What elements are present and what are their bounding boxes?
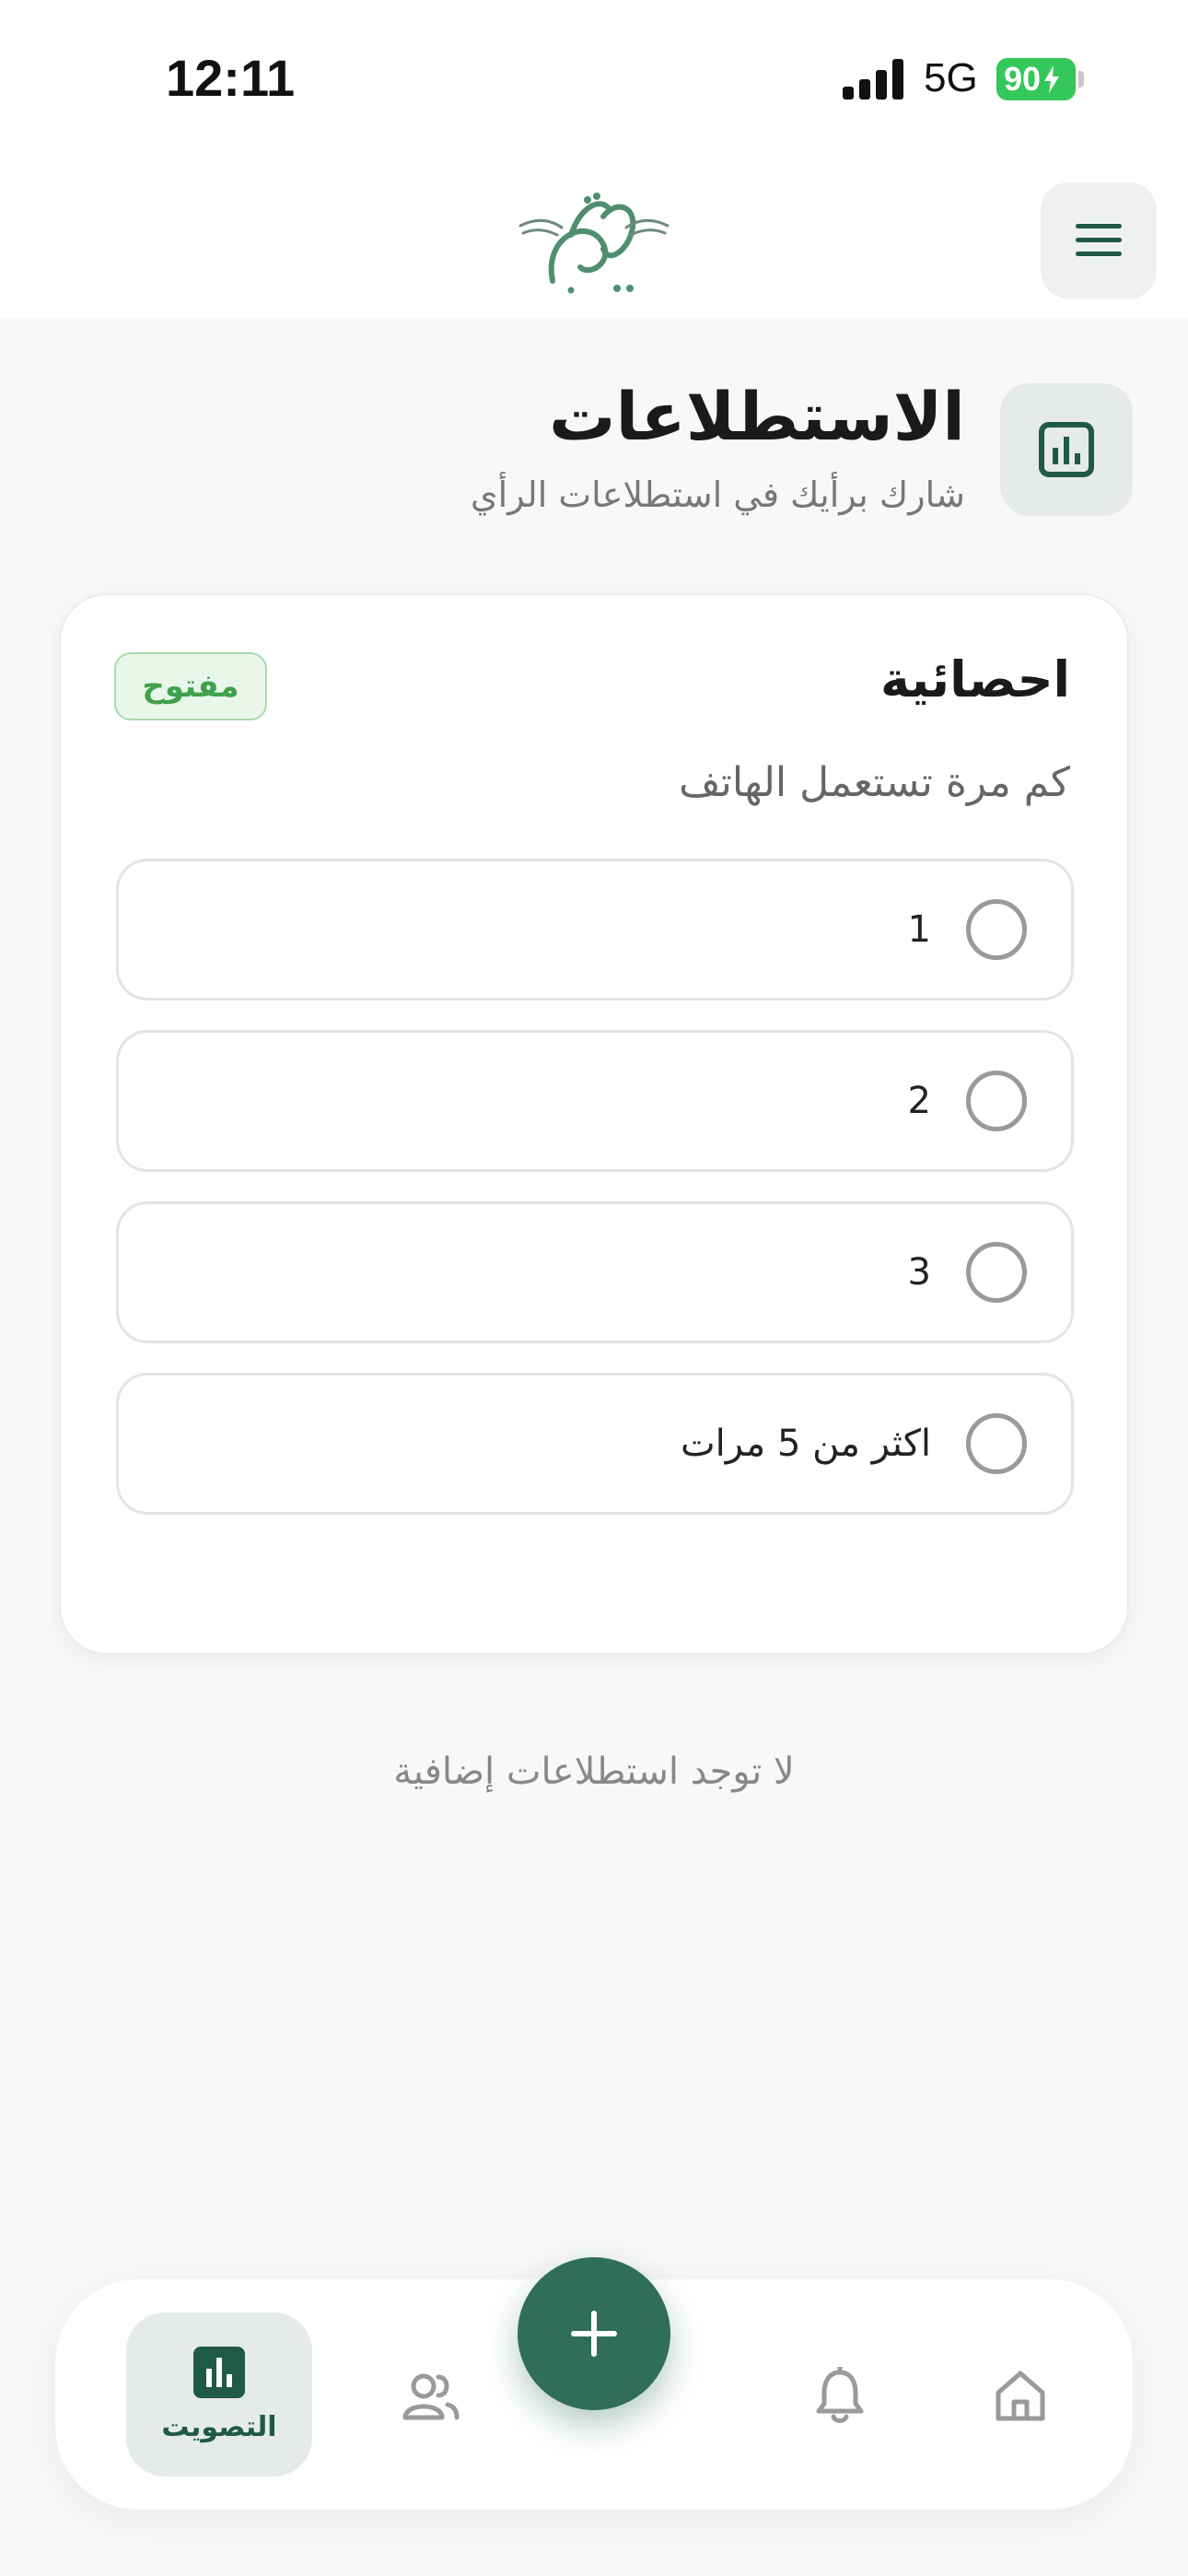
network-type: 5G [924, 55, 978, 100]
people-icon [402, 2373, 460, 2420]
radio-button[interactable] [966, 1413, 1027, 1474]
poll-card: احصائية مفتوح كم مرة تستعمل الهاتف 1 2 3… [59, 593, 1129, 1655]
page-title: الاستطلاعات [549, 378, 965, 455]
radio-button[interactable] [966, 1071, 1027, 1131]
nav-home[interactable] [984, 2359, 1057, 2432]
charging-bolt-icon [1044, 65, 1060, 93]
bell-icon [816, 2367, 864, 2423]
nav-vote[interactable]: التصويت [126, 2313, 312, 2476]
no-more-polls-note: لا توجد استطلاعات إضافية [393, 1751, 795, 1793]
bar-chart-icon [1039, 422, 1094, 477]
status-time: 12:11 [166, 49, 296, 107]
menu-button[interactable] [1041, 182, 1157, 299]
poll-option[interactable]: اكثر من 5 مرات [116, 1373, 1074, 1515]
page-subtitle: شارك برأيك في استطلاعات الرأي [470, 474, 965, 515]
cellular-signal-icon [843, 59, 903, 100]
hamburger-menu-icon [1076, 224, 1122, 256]
plus-icon [571, 2311, 617, 2357]
poll-option-label: 1 [907, 908, 931, 951]
home-icon [996, 2371, 1045, 2421]
battery-level: 90 [1004, 60, 1042, 98]
battery-icon: 90 [996, 58, 1076, 100]
poll-option-label: 2 [907, 1080, 931, 1122]
calligraphy-logo [516, 180, 672, 304]
status-badge: مفتوح [114, 652, 267, 720]
poll-question: كم مرة تستعمل الهاتف [679, 759, 1070, 806]
nav-people[interactable] [394, 2360, 468, 2434]
radio-button[interactable] [966, 899, 1027, 960]
poll-option[interactable]: 3 [116, 1201, 1074, 1343]
poll-option-label: اكثر من 5 مرات [680, 1423, 931, 1465]
nav-notifications[interactable] [803, 2359, 877, 2432]
bar-chart-icon [193, 2346, 245, 2398]
battery-tip [1078, 71, 1084, 88]
radio-button[interactable] [966, 1242, 1027, 1303]
nav-vote-label: التصويت [161, 2410, 277, 2443]
page-icon-tile [1000, 383, 1133, 516]
poll-option-label: 3 [907, 1251, 931, 1294]
poll-option[interactable]: 2 [116, 1030, 1074, 1172]
poll-title: احصائية [880, 650, 1070, 708]
add-button[interactable] [518, 2257, 670, 2410]
poll-option[interactable]: 1 [116, 859, 1074, 1001]
status-bar: 12:11 5G 90 [0, 0, 1188, 161]
